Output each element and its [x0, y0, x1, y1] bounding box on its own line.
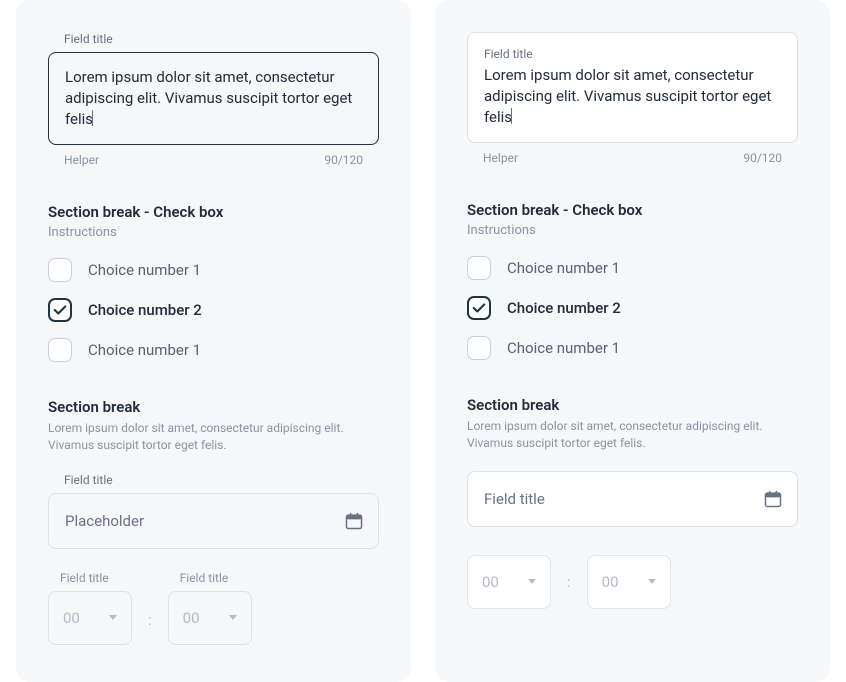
choice-item[interactable]: Choice number 1: [467, 336, 798, 360]
textarea-field[interactable]: Field title Lorem ipsum dolor sit amet, …: [467, 32, 798, 143]
helper-text: Helper: [64, 153, 99, 167]
choice-label: Choice number 2: [88, 301, 202, 319]
time-separator: :: [567, 573, 571, 591]
calendar-icon: [344, 511, 364, 531]
section-subtitle: Instructions: [467, 223, 798, 238]
textarea-text: Lorem ipsum dolor sit amet, consectetur …: [484, 65, 781, 128]
choice-item[interactable]: Choice number 1: [48, 338, 379, 362]
textarea-field[interactable]: Field title Lorem ipsum dolor sit amet, …: [48, 52, 379, 145]
time-hour-select[interactable]: 00: [467, 555, 551, 609]
char-counter: 90/120: [743, 151, 782, 165]
calendar-icon: [763, 489, 783, 509]
date-input[interactable]: Placeholder: [48, 493, 379, 549]
checkbox-unchecked-icon[interactable]: [467, 336, 491, 360]
textarea-text: Lorem ipsum dolor sit amet, consectetur …: [65, 67, 362, 130]
helper-text: Helper: [483, 151, 518, 165]
time-hour-value: 00: [482, 573, 499, 591]
time-minute-value: 00: [183, 609, 200, 627]
form-card-variant-b: Field title Lorem ipsum dolor sit amet, …: [435, 0, 830, 682]
text-caret: [511, 108, 512, 124]
time-minute-select[interactable]: 00: [168, 591, 252, 645]
checkbox-checked-icon[interactable]: [467, 296, 491, 320]
chevron-down-icon: [109, 615, 117, 620]
chevron-down-icon: [229, 615, 237, 620]
checkbox-checked-icon[interactable]: [48, 298, 72, 322]
choice-item[interactable]: Choice number 1: [467, 256, 798, 280]
textarea-label: Field title: [64, 32, 379, 46]
section-title: Section break: [467, 396, 798, 414]
time-hour-value: 00: [63, 609, 80, 627]
date-field-label: Field title: [64, 473, 379, 487]
choice-item[interactable]: Choice number 1: [48, 258, 379, 282]
checkbox-section: Section break - Check box Instructions C…: [48, 203, 379, 362]
choice-label: Choice number 1: [507, 259, 620, 277]
form-card-variant-a: Field title Field title Lorem ipsum dolo…: [16, 0, 411, 682]
checkbox-section: Section break - Check box Instructions C…: [467, 201, 798, 360]
time-separator: :: [148, 611, 152, 645]
section-subtitle: Lorem ipsum dolor sit amet, consectetur …: [467, 418, 798, 453]
char-counter: 90/120: [324, 153, 363, 167]
choice-label: Choice number 1: [88, 261, 201, 279]
date-placeholder: Field title: [484, 490, 545, 508]
time-field-label: Field title: [180, 571, 252, 585]
checkbox-unchecked-icon[interactable]: [467, 256, 491, 280]
section-title: Section break - Check box: [467, 201, 798, 219]
time-minute-value: 00: [602, 573, 619, 591]
checkbox-unchecked-icon[interactable]: [48, 338, 72, 362]
date-section: Section break Lorem ipsum dolor sit amet…: [48, 398, 379, 549]
time-hour-select[interactable]: 00: [48, 591, 132, 645]
checkbox-unchecked-icon[interactable]: [48, 258, 72, 282]
choice-label: Choice number 1: [507, 339, 620, 357]
choice-label: Choice number 2: [507, 299, 621, 317]
section-title: Section break - Check box: [48, 203, 379, 221]
text-caret: [92, 110, 93, 126]
choice-item[interactable]: Choice number 2: [48, 298, 379, 322]
time-minute-select[interactable]: 00: [587, 555, 671, 609]
choice-item[interactable]: Choice number 2: [467, 296, 798, 320]
time-picker-row: Field title 00 : Field title 00: [467, 555, 798, 609]
date-input[interactable]: Field title: [467, 471, 798, 527]
time-field-label: Field title: [60, 571, 132, 585]
choice-label: Choice number 1: [88, 341, 201, 359]
date-placeholder: Placeholder: [65, 512, 144, 530]
time-picker-row: Field title 00 : Field title 00: [48, 571, 379, 645]
section-subtitle: Lorem ipsum dolor sit amet, consectetur …: [48, 420, 379, 455]
chevron-down-icon: [528, 579, 536, 584]
section-subtitle: Instructions: [48, 225, 379, 240]
date-section: Section break Lorem ipsum dolor sit amet…: [467, 396, 798, 527]
chevron-down-icon: [648, 579, 656, 584]
section-title: Section break: [48, 398, 379, 416]
textarea-inner-label: Field title: [484, 47, 781, 61]
